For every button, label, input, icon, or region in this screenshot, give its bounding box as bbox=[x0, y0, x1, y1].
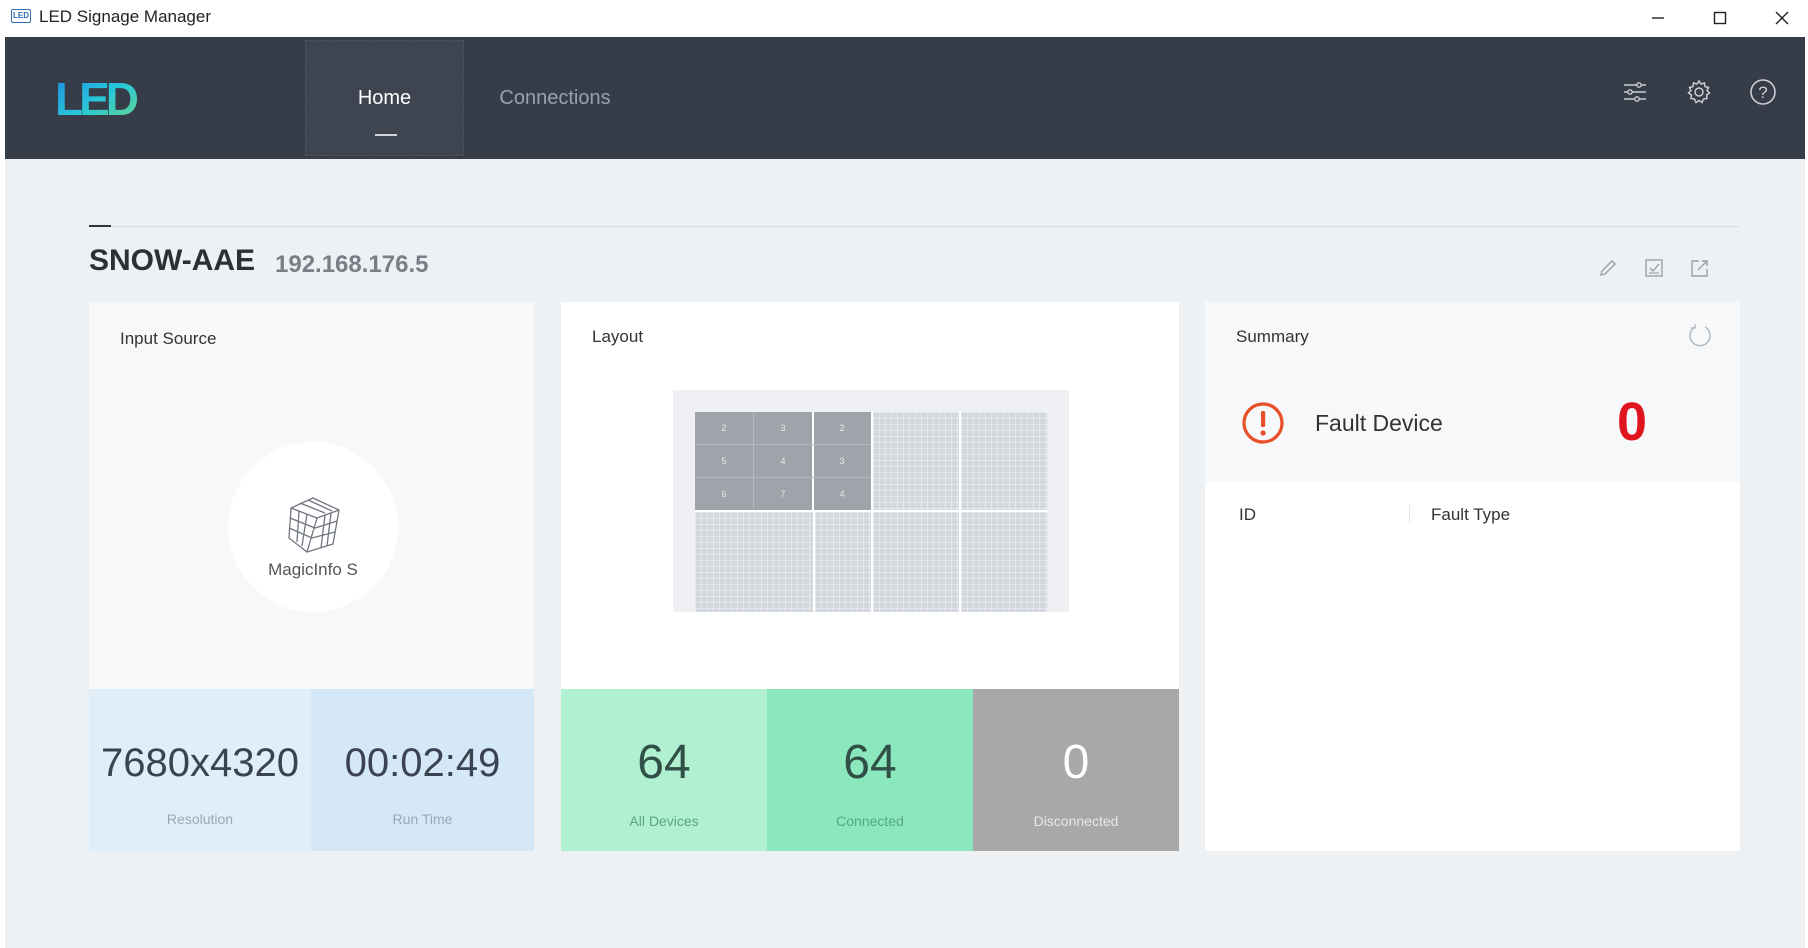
active-tab-indicator bbox=[375, 134, 397, 136]
alert-icon bbox=[1242, 402, 1284, 444]
connected-label: Connected bbox=[836, 813, 904, 829]
gear-icon bbox=[1687, 79, 1711, 104]
layout-cabinet bbox=[815, 512, 871, 612]
cell-number: 4 bbox=[839, 489, 845, 499]
input-source-selector[interactable]: MagicInfo S bbox=[228, 442, 398, 612]
resolution-value: 7680x4320 bbox=[101, 741, 299, 785]
cell-number: 2 bbox=[839, 423, 845, 433]
export-icon bbox=[1691, 260, 1708, 277]
tab-connections[interactable]: Connections bbox=[475, 40, 635, 156]
close-icon bbox=[1775, 11, 1789, 25]
svg-text:?: ? bbox=[1758, 83, 1767, 102]
resolution-tile: 7680x4320 Resolution bbox=[89, 689, 311, 851]
check-icon bbox=[1645, 259, 1663, 277]
device-ip: 192.168.176.5 bbox=[275, 251, 429, 278]
summary-header: Summary Fault Device 0 bbox=[1205, 302, 1740, 482]
layout-cabinet bbox=[873, 512, 959, 612]
cell-number: 3 bbox=[839, 456, 845, 466]
cell-number: 2 bbox=[721, 423, 727, 433]
svg-text:LED: LED bbox=[55, 75, 138, 121]
edit-icon bbox=[1600, 260, 1616, 276]
layout-cabinet bbox=[961, 512, 1047, 612]
settings-button[interactable] bbox=[1684, 77, 1714, 107]
window-title: LED Signage Manager bbox=[39, 7, 212, 26]
maximize-button[interactable] bbox=[1689, 0, 1751, 36]
divider-accent bbox=[89, 225, 111, 227]
cell-number: 7 bbox=[780, 489, 786, 499]
tab-home[interactable]: Home bbox=[305, 40, 464, 156]
disconnected-label: Disconnected bbox=[1033, 813, 1119, 829]
all-devices-label: All Devices bbox=[629, 813, 699, 829]
check-button[interactable] bbox=[1641, 255, 1667, 281]
disconnected-value: 0 bbox=[1062, 736, 1090, 789]
home-content: SNOW-AAE 192.168.176.5 Input Source Magi… bbox=[5, 159, 1805, 948]
window-titlebar: LED LED Signage Manager bbox=[0, 0, 1808, 36]
led-logo: LED bbox=[55, 75, 142, 121]
layout-panel: Layout 2 3 2 5 4 3 6 7 4 bbox=[561, 302, 1179, 689]
runtime-value: 00:02:49 bbox=[344, 741, 501, 785]
fault-device-label: Fault Device bbox=[1315, 410, 1443, 436]
layout-preview[interactable]: 2 3 2 5 4 3 6 7 4 bbox=[673, 390, 1069, 612]
divider bbox=[89, 226, 1739, 227]
minimize-icon bbox=[1652, 17, 1664, 19]
runtime-label: Run Time bbox=[392, 811, 453, 827]
minimize-button[interactable] bbox=[1627, 0, 1689, 36]
tab-home-label: Home bbox=[357, 86, 412, 109]
connected-tile: 64 Connected bbox=[767, 689, 973, 851]
layout-grid: 2 3 2 5 4 3 6 7 4 bbox=[695, 412, 1047, 612]
input-source-panel: Input Source MagicInfo S bbox=[89, 302, 534, 689]
cell-number: 4 bbox=[780, 456, 786, 466]
cell-number: 6 bbox=[721, 489, 727, 499]
help-icon: ? bbox=[1750, 79, 1776, 105]
export-button[interactable] bbox=[1687, 255, 1713, 281]
layout-cabinet bbox=[961, 412, 1047, 510]
all-devices-tile: 64 All Devices bbox=[561, 689, 767, 851]
disconnected-tile: 0 Disconnected bbox=[973, 689, 1179, 851]
close-button[interactable] bbox=[1751, 0, 1808, 36]
refresh-icon[interactable] bbox=[1687, 322, 1713, 348]
summary-panel: Summary Fault Device 0 ID Fault Type bbox=[1205, 302, 1740, 851]
input-source-label: MagicInfo S bbox=[268, 560, 358, 579]
runtime-tile: 00:02:49 Run Time bbox=[311, 689, 534, 851]
tab-connections-label: Connections bbox=[499, 86, 611, 109]
input-source-title: Input Source bbox=[120, 329, 217, 348]
layout-cabinet bbox=[873, 412, 959, 510]
filter-sliders-button[interactable] bbox=[1620, 77, 1650, 107]
summary-title: Summary bbox=[1236, 327, 1309, 346]
layout-title: Layout bbox=[592, 327, 644, 346]
edit-button[interactable] bbox=[1595, 255, 1621, 281]
cell-number: 3 bbox=[780, 423, 786, 433]
device-name: SNOW-AAE bbox=[89, 244, 256, 277]
top-navigation-bar: LED Home Connections ? bbox=[5, 37, 1805, 159]
connected-value: 64 bbox=[843, 736, 897, 789]
filter-sliders-icon bbox=[1624, 82, 1646, 102]
app-logo-icon: LED bbox=[11, 9, 31, 23]
layout-cabinet bbox=[695, 512, 813, 612]
resolution-label: Resolution bbox=[166, 811, 234, 827]
column-header-id[interactable]: ID bbox=[1239, 505, 1256, 525]
fault-device-count: 0 bbox=[1617, 392, 1648, 452]
column-separator bbox=[1409, 505, 1410, 523]
maximize-icon bbox=[1713, 11, 1727, 25]
column-header-fault-type[interactable]: Fault Type bbox=[1431, 505, 1510, 525]
cell-number: 5 bbox=[721, 456, 727, 466]
all-devices-value: 64 bbox=[637, 736, 691, 789]
cube-icon bbox=[288, 497, 340, 553]
help-button[interactable]: ? bbox=[1748, 77, 1778, 107]
